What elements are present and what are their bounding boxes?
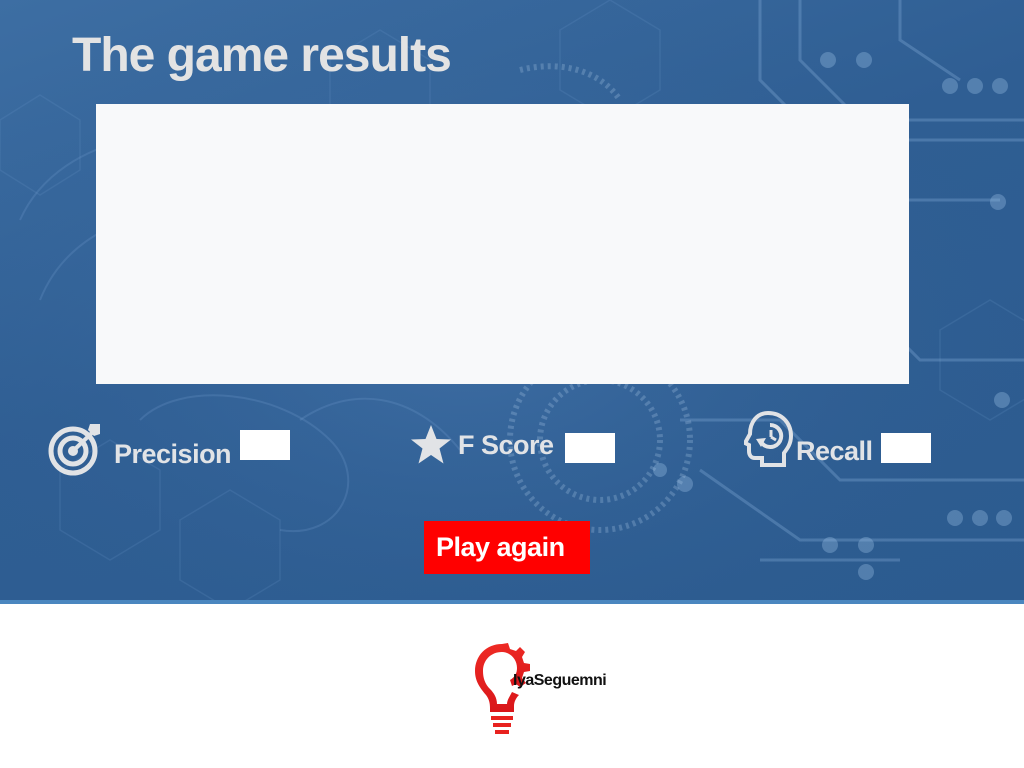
precision-label: Precision bbox=[114, 438, 232, 469]
play-again-button[interactable]: Play again bbox=[424, 521, 590, 574]
game-panel: The game results Precision F Score Recal… bbox=[0, 0, 1024, 604]
f-score-metric: F Score bbox=[410, 424, 554, 466]
panel-bottom-edge bbox=[0, 600, 1024, 604]
recall-metric: Recall bbox=[742, 410, 873, 467]
target-icon bbox=[48, 422, 102, 476]
f-score-value bbox=[565, 433, 615, 463]
logo-text: IyaSeguemni bbox=[513, 672, 607, 689]
f-score-label: F Score bbox=[458, 429, 554, 460]
star-icon bbox=[410, 424, 452, 466]
head-recall-icon bbox=[742, 410, 794, 467]
brand-logo: IyaSeguemni bbox=[472, 640, 632, 744]
recall-label: Recall bbox=[796, 436, 873, 466]
lightbulb-gear-icon bbox=[475, 643, 530, 734]
game-stage: The game results Precision F Score Recal… bbox=[0, 0, 1024, 768]
page-title: The game results bbox=[72, 29, 452, 82]
results-display-area bbox=[96, 104, 909, 384]
precision-metric: Precision bbox=[48, 422, 232, 476]
recall-value bbox=[881, 433, 931, 463]
precision-value bbox=[240, 430, 290, 460]
